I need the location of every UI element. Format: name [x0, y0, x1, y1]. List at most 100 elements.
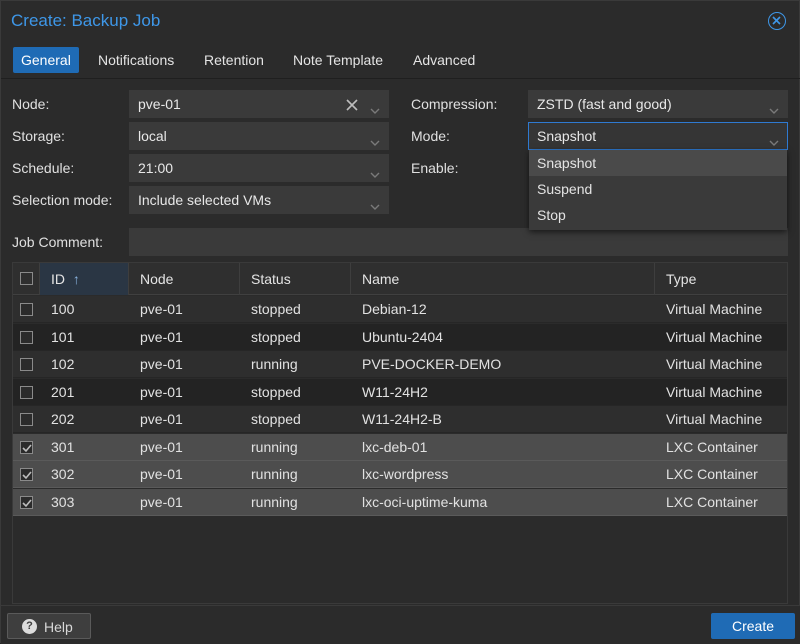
table-row[interactable]: 302 pve-01 running lxc-wordpress LXC Contain… — [13, 461, 787, 488]
storage-select[interactable]: local — [129, 122, 389, 150]
cell-status: running — [251, 356, 298, 372]
help-icon: ? — [22, 619, 37, 634]
select-all-checkbox[interactable] — [20, 272, 33, 285]
row-checkbox[interactable] — [20, 303, 33, 316]
cell-type: Virtual Machine — [666, 383, 763, 400]
cell-status: stopped — [251, 328, 301, 345]
help-button[interactable]: ? Help — [7, 613, 91, 639]
cell-type: Virtual Machine — [666, 301, 763, 317]
row-checkbox[interactable] — [20, 358, 33, 371]
job-comment-label: Job Comment: — [12, 234, 104, 250]
tab-advanced[interactable]: Advanced — [405, 47, 483, 73]
cell-name: W11-24H2-B — [362, 411, 442, 427]
cell-status: stopped — [251, 411, 301, 427]
cell-id: 302 — [51, 466, 75, 482]
mode-value: Snapshot — [537, 128, 597, 144]
cell-type: LXC Container — [666, 438, 758, 455]
enable-label: Enable: — [411, 160, 459, 176]
header-select-all[interactable] — [13, 263, 40, 295]
cell-node: pve-01 — [140, 383, 183, 400]
cell-id: 101 — [51, 328, 75, 345]
dialog-footer: ? Help Create — [1, 605, 800, 644]
compression-label: Compression: — [411, 96, 498, 112]
storage-label: Storage: — [12, 128, 65, 144]
mode-option-stop[interactable]: Stop — [529, 202, 787, 228]
job-comment-input[interactable] — [129, 228, 788, 256]
chevron-down-icon[interactable] — [769, 133, 779, 149]
cell-name: PVE-DOCKER-DEMO — [362, 356, 502, 372]
mode-select[interactable]: Snapshot — [528, 122, 788, 150]
cell-node: pve-01 — [140, 301, 183, 317]
column-id-label: ID — [51, 271, 65, 287]
row-checkbox[interactable] — [20, 330, 33, 344]
cell-name: Debian-12 — [362, 301, 427, 317]
column-header-node[interactable]: Node — [129, 263, 240, 295]
cell-node: pve-01 — [140, 411, 183, 427]
column-header-status[interactable]: Status — [240, 263, 351, 295]
table-row[interactable]: 102 pve-01 running PVE-DOCKER-DEMO Virtual M… — [13, 351, 787, 378]
close-icon[interactable] — [768, 12, 786, 30]
row-checkbox[interactable] — [20, 413, 33, 426]
cell-name: lxc-wordpress — [362, 466, 449, 482]
tab-general[interactable]: General — [13, 47, 79, 73]
cell-status: running — [251, 466, 298, 482]
checkmark-icon — [22, 471, 32, 480]
cell-id: 201 — [51, 383, 75, 400]
cell-node: pve-01 — [140, 438, 183, 455]
cell-type: Virtual Machine — [666, 411, 763, 427]
schedule-select[interactable]: 21:00 — [129, 154, 389, 182]
cell-name: W11-24H2 — [362, 383, 428, 400]
table-row[interactable]: 100 pve-01 stopped Debian-12 Virtual Machine — [13, 296, 787, 323]
schedule-label: Schedule: — [12, 160, 75, 176]
table-row[interactable]: 202 pve-01 stopped W11-24H2-B Virtual Machin… — [13, 406, 787, 433]
column-header-type[interactable]: Type — [655, 263, 787, 295]
compression-select[interactable]: ZSTD (fast and good) — [528, 90, 788, 118]
chevron-down-icon[interactable] — [370, 101, 380, 117]
table-row[interactable]: 301 pve-01 running lxc-deb-01 LXC Container — [13, 433, 787, 461]
cell-node: pve-01 — [140, 328, 183, 345]
cell-node: pve-01 — [140, 356, 183, 372]
clear-icon[interactable] — [346, 98, 358, 114]
column-header-id[interactable]: ID ↑ — [40, 263, 129, 295]
chevron-down-icon[interactable] — [370, 133, 380, 149]
cell-name: Ubuntu-2404 — [362, 328, 443, 345]
table-row[interactable]: 101 pve-01 stopped Ubuntu-2404 Virtual Machi… — [13, 323, 787, 351]
tab-retention[interactable]: Retention — [196, 47, 272, 73]
tab-bar: General Notifications Retention Note Tem… — [1, 45, 800, 79]
node-select[interactable]: pve-01 — [129, 90, 389, 118]
selection-mode-label: Selection mode: — [12, 192, 113, 208]
cell-type: LXC Container — [666, 466, 758, 482]
cell-node: pve-01 — [140, 493, 183, 510]
cell-status: stopped — [251, 383, 301, 400]
tab-note-template[interactable]: Note Template — [285, 47, 391, 73]
chevron-down-icon[interactable] — [769, 101, 779, 117]
cell-status: running — [251, 438, 298, 455]
mode-label: Mode: — [411, 128, 450, 144]
storage-value: local — [138, 128, 167, 144]
row-checkbox[interactable] — [20, 440, 33, 454]
schedule-value: 21:00 — [138, 160, 174, 176]
mode-option-suspend[interactable]: Suspend — [529, 176, 787, 202]
node-value: pve-01 — [138, 96, 181, 112]
table-row[interactable]: 201 pve-01 stopped W11-24H2 Virtual Machine — [13, 378, 787, 406]
compression-value: ZSTD (fast and good) — [537, 96, 672, 112]
table-row[interactable]: 303 pve-01 running lxc-oci-uptime-kuma LXC C… — [13, 488, 787, 516]
row-checkbox[interactable] — [20, 495, 33, 509]
row-checkbox[interactable] — [20, 385, 33, 399]
tab-notifications[interactable]: Notifications — [90, 47, 182, 73]
column-header-name[interactable]: Name — [351, 263, 655, 295]
backup-job-dialog: Create: Backup Job General Notifications… — [0, 0, 800, 644]
grid-header: ID ↑ Node Status Name Type — [13, 263, 787, 295]
cell-node: pve-01 — [140, 466, 183, 482]
mode-option-snapshot[interactable]: Snapshot — [529, 150, 787, 176]
cell-name: lxc-oci-uptime-kuma — [362, 493, 488, 510]
chevron-down-icon[interactable] — [370, 197, 380, 213]
mode-dropdown-list: Snapshot Suspend Stop — [529, 150, 787, 230]
title-bar: Create: Backup Job — [1, 1, 800, 41]
checkmark-icon — [22, 498, 32, 507]
cell-type: Virtual Machine — [666, 356, 763, 372]
selection-mode-select[interactable]: Include selected VMs — [129, 186, 389, 214]
row-checkbox[interactable] — [20, 468, 33, 481]
chevron-down-icon[interactable] — [370, 165, 380, 181]
create-button[interactable]: Create — [711, 613, 795, 639]
